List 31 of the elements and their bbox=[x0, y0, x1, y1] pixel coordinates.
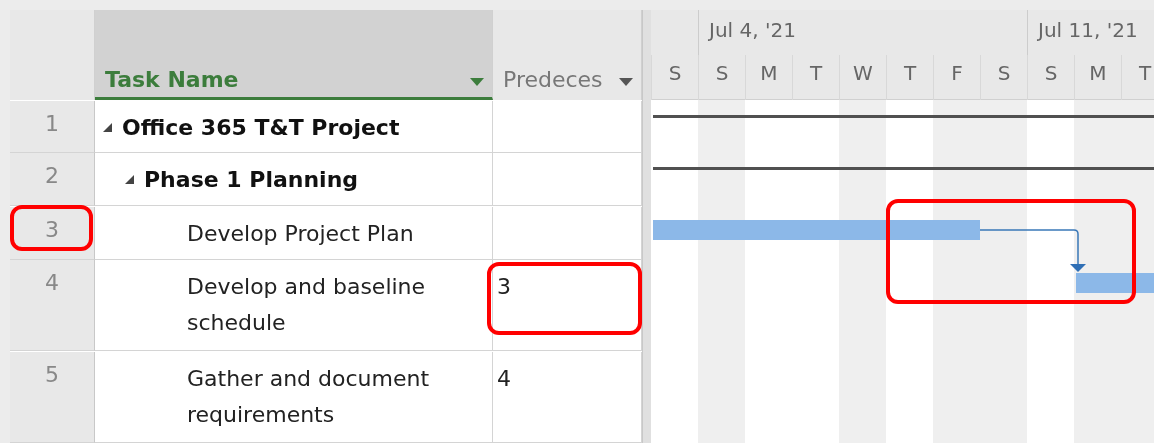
task-bar[interactable] bbox=[1076, 273, 1154, 293]
day-label: M bbox=[760, 61, 778, 85]
column-header[interactable]: Predeces bbox=[493, 10, 642, 100]
collapse-icon[interactable] bbox=[125, 175, 134, 184]
collapse-icon[interactable] bbox=[103, 122, 112, 132]
dropdown-icon[interactable] bbox=[619, 78, 633, 86]
task-name: Phase 1 Planning bbox=[144, 166, 359, 194]
day-label: W bbox=[853, 61, 873, 85]
day-label: T bbox=[1138, 61, 1152, 85]
row-number[interactable]: 2 bbox=[10, 153, 95, 206]
task-name: Develop and baseline schedule bbox=[187, 273, 427, 338]
task-name: Office 365 T&T Project bbox=[122, 113, 400, 142]
day-label: T bbox=[809, 61, 823, 85]
predecessor-cell: 3 bbox=[493, 260, 642, 351]
row-number[interactable]: 1 bbox=[10, 100, 95, 153]
day-label: F bbox=[951, 61, 963, 85]
row-number[interactable]: 5 bbox=[10, 351, 95, 443]
predecessor-cell: 4 bbox=[493, 351, 642, 443]
week-label: Jul 4, '21 bbox=[709, 18, 796, 42]
task-name: Gather and document requirements bbox=[187, 364, 431, 429]
day-label: M bbox=[1089, 61, 1107, 85]
day-label: T bbox=[903, 61, 917, 85]
day-label: S bbox=[1044, 61, 1058, 85]
row-number[interactable]: 4 bbox=[10, 260, 95, 351]
task-name: Develop Project Plan bbox=[187, 219, 414, 248]
day-label: S bbox=[715, 61, 729, 85]
week-label: Jul 11, '21 bbox=[1038, 18, 1138, 42]
day-label: S bbox=[997, 61, 1011, 85]
dropdown-icon[interactable] bbox=[470, 78, 484, 86]
column-header[interactable]: Task Name bbox=[95, 10, 493, 100]
day-label: S bbox=[668, 61, 682, 85]
